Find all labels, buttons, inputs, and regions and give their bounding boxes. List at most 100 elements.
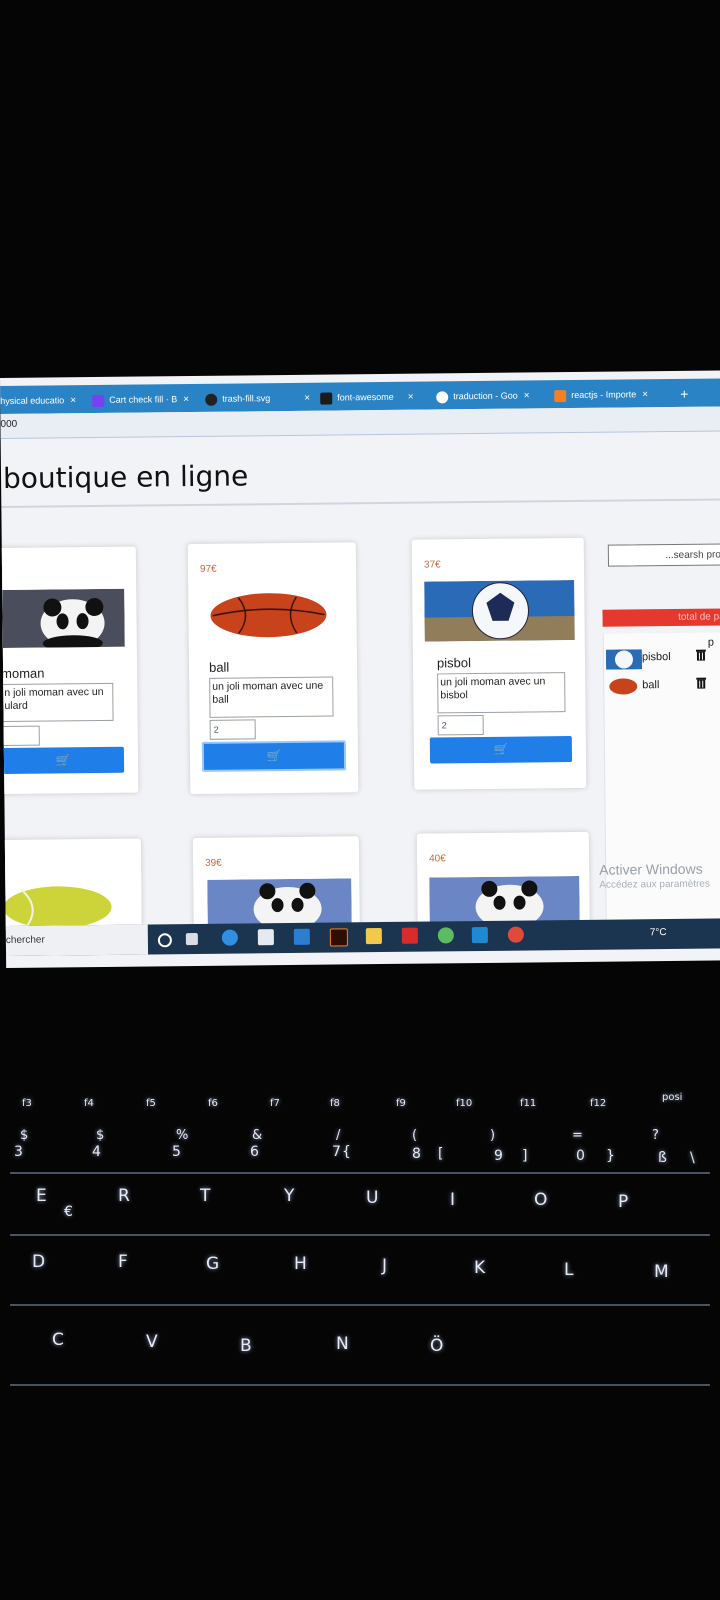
close-tab-icon[interactable]: × (642, 389, 648, 400)
close-tab-icon[interactable]: × (408, 392, 414, 403)
add-to-cart-button[interactable]: 🛒 (429, 736, 573, 764)
close-tab-icon[interactable]: × (183, 394, 189, 405)
stackoverflow-icon (554, 389, 567, 402)
key-digit: 7 (332, 1144, 341, 1160)
product-image-panda (429, 875, 580, 926)
tab-label: traduction - Goo (453, 390, 518, 402)
key-symbol: $ (96, 1128, 105, 1143)
illustrator-icon[interactable] (329, 928, 348, 947)
key-letter: I (450, 1190, 456, 1210)
product-image-tennis-ball (3, 886, 112, 929)
cart-icon: 🛒 (55, 753, 71, 768)
key-digit: ß (658, 1150, 667, 1166)
key-f6: f6 (208, 1098, 218, 1109)
tab-label: hysical educatio (0, 395, 65, 406)
app-icon[interactable] (437, 927, 454, 944)
quantity-input[interactable] (1, 725, 40, 747)
key-f8: f8 (330, 1098, 340, 1109)
close-tab-icon[interactable]: × (304, 393, 310, 404)
page-title: boutique en ligne (2, 459, 249, 495)
key-letter: B (240, 1336, 252, 1356)
trash-icon[interactable] (695, 649, 706, 661)
key-f9: f9 (396, 1098, 406, 1109)
product-image-basketball (210, 593, 327, 638)
key-letter: V (146, 1332, 158, 1352)
browser-tab[interactable]: hysical educatio × (0, 389, 76, 412)
key-letter: D (32, 1252, 46, 1272)
product-price: 39€ (205, 857, 222, 869)
new-tab-button[interactable]: + (680, 383, 688, 405)
close-tab-icon[interactable]: × (524, 390, 530, 401)
close-tab-icon[interactable]: × (70, 395, 76, 406)
key-f10: f10 (456, 1098, 473, 1109)
font-awesome-icon (320, 392, 333, 405)
product-image-panda (207, 878, 352, 928)
browser-tab[interactable]: Cart check fill · B × (92, 388, 189, 411)
add-to-cart-button[interactable]: 🛒 (1, 746, 125, 774)
vscode-icon[interactable] (471, 926, 488, 944)
acrobat-icon[interactable] (401, 927, 418, 944)
taskbar-search[interactable]: chercher (5, 924, 149, 956)
key-letter: F (118, 1252, 128, 1272)
side-letter: p (707, 636, 714, 649)
add-to-cart-button[interactable]: 🛒 (201, 740, 347, 772)
tab-label: reactjs - Importe (571, 389, 637, 401)
key-glyph: [ (438, 1146, 444, 1162)
product-description[interactable]: un joli moman avec un bisbol (437, 672, 566, 714)
browser-tab[interactable]: trash-fill.svg × (205, 387, 310, 410)
browser-tab[interactable]: font-awesome × (320, 386, 414, 409)
product-price: 37€ (423, 559, 441, 571)
key-letter: T (200, 1186, 211, 1206)
laptop-keyboard: f3 f4 f5 f6 f7 f8 f9 f10 f11 f12 posi $ … (0, 1092, 720, 1418)
key-letter: J (382, 1256, 388, 1276)
key-letter: L (564, 1260, 574, 1280)
key-digit: 4 (92, 1144, 101, 1160)
key-glyph: € (64, 1204, 73, 1220)
product-image-soccer-ball (424, 579, 575, 642)
key-digit: 3 (14, 1144, 23, 1160)
product-card: 40€ (416, 831, 590, 926)
windows-taskbar: chercher 7°C (5, 918, 720, 956)
key-row-edge (10, 1304, 710, 1306)
tab-label: Cart check fill · B (109, 394, 178, 405)
key-f12: f12 (590, 1098, 607, 1109)
activate-windows-subtitle: Accédez aux paramètres (599, 878, 711, 891)
browser-tab[interactable]: traduction - Goo × (436, 384, 530, 407)
key-row-edge (10, 1172, 710, 1174)
product-description[interactable]: un joli moman avec une ball (209, 676, 334, 718)
key-digit: 0 (576, 1148, 585, 1164)
product-image-panda (2, 588, 125, 648)
monitor-screen: hysical educatio × Cart check fill · B × t… (0, 370, 720, 968)
product-price: 40€ (429, 853, 446, 865)
store-icon[interactable] (257, 929, 274, 946)
key-letter: Y (284, 1186, 295, 1206)
key-digit: 8 (412, 1146, 421, 1162)
search-input[interactable]: ...searsh pro (607, 543, 720, 567)
trash-icon[interactable] (696, 677, 707, 689)
quantity-input[interactable]: 2 (437, 714, 484, 736)
key-symbol: ) (490, 1128, 496, 1143)
key-symbol: $ (20, 1128, 29, 1143)
key-glyph: } (606, 1148, 615, 1164)
product-description[interactable]: n joli moman avec un ulard (1, 682, 114, 723)
quantity-input[interactable]: 2 (209, 719, 256, 740)
cortana-icon[interactable] (157, 933, 172, 948)
key-letter: M (654, 1262, 669, 1282)
file-explorer-icon[interactable] (365, 928, 382, 945)
key-letter: O (534, 1190, 548, 1210)
key-letter: H (294, 1254, 307, 1274)
product-name: pisbol (436, 655, 472, 671)
weather-temperature: 7°C (649, 927, 667, 939)
key-glyph: { (342, 1144, 351, 1160)
key-letter: K (474, 1258, 486, 1278)
edge-icon[interactable] (221, 929, 238, 946)
task-view-icon[interactable] (185, 932, 198, 946)
chrome-icon[interactable] (507, 926, 524, 943)
browser-tab[interactable]: reactjs - Importe × (554, 383, 648, 406)
key-letter: E (36, 1186, 47, 1206)
product-name: moman (1, 665, 45, 682)
google-icon (436, 390, 449, 404)
bootstrap-icon (92, 394, 105, 407)
product-price: 97€ (199, 563, 217, 575)
mail-icon[interactable] (293, 928, 310, 945)
